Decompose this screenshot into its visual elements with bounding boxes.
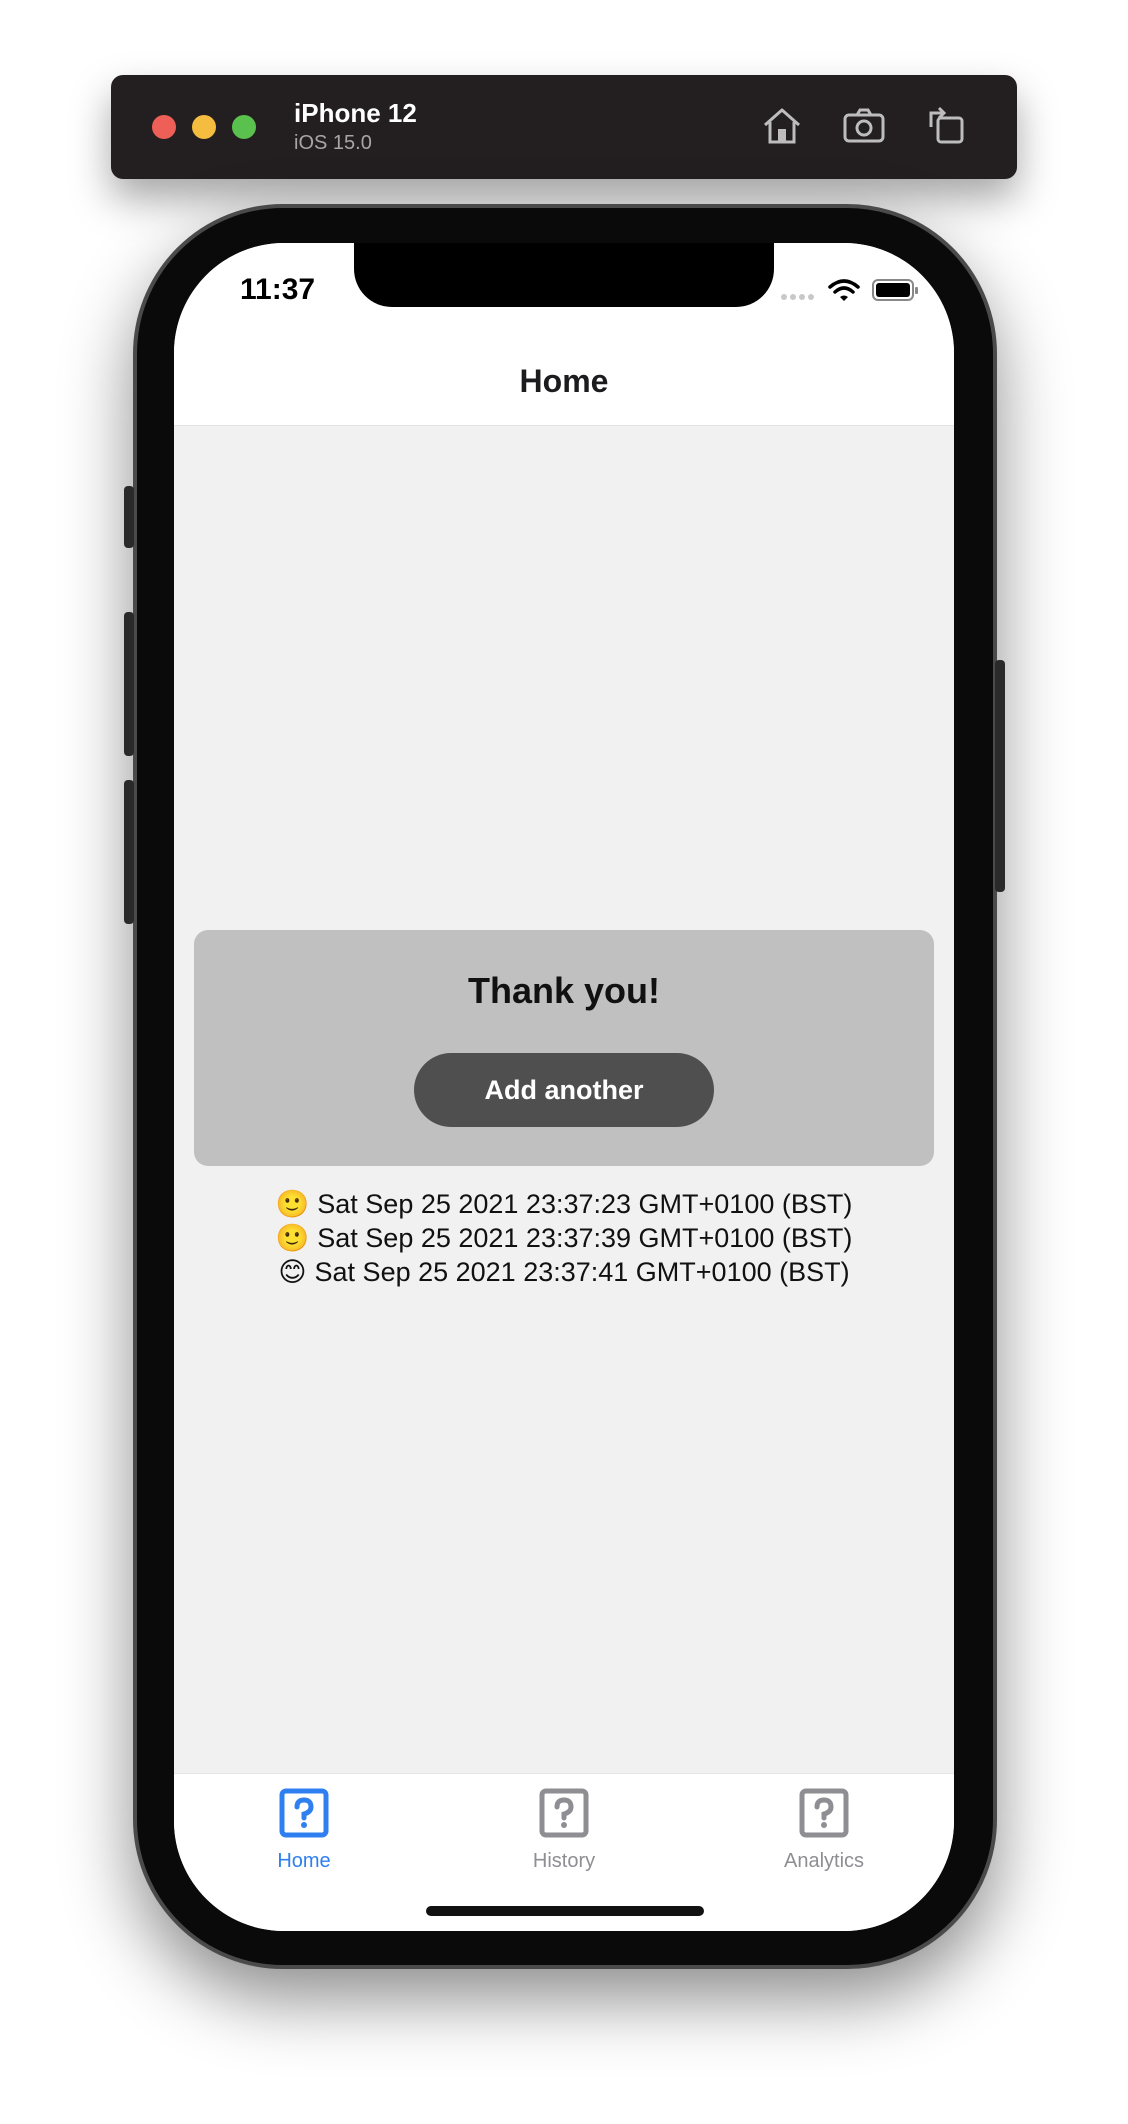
tab-history[interactable]: History — [474, 1788, 654, 1873]
status-icons — [780, 277, 920, 301]
power-button — [995, 660, 1005, 892]
add-another-button[interactable]: Add another — [414, 1053, 714, 1127]
app-screen: Home 11:37 Thank you! Add another 🙂 Sat … — [174, 243, 954, 1931]
notch — [354, 243, 774, 307]
close-window-button[interactable] — [152, 115, 176, 139]
list-item: 😊 Sat Sep 25 2021 23:37:41 GMT+0100 (BST) — [174, 1255, 954, 1289]
tab-label: Home — [277, 1850, 331, 1872]
rotate-icon[interactable] — [921, 101, 971, 151]
tab-label: Analytics — [783, 1850, 865, 1872]
tab-analytics[interactable]: Analytics — [734, 1788, 914, 1873]
device-name: iPhone 12 — [294, 98, 417, 128]
card-title: Thank you! — [467, 970, 660, 1011]
thank-you-card: Thank you! Add another — [194, 930, 934, 1166]
cellular-icon — [781, 294, 814, 300]
mute-switch — [124, 486, 134, 548]
screenshot-icon[interactable] — [839, 101, 889, 151]
home-icon[interactable] — [757, 101, 807, 151]
home-indicator[interactable] — [426, 1906, 704, 1916]
wifi-icon — [828, 279, 860, 301]
question-icon — [279, 1788, 329, 1838]
page-title: Home — [519, 363, 609, 399]
question-icon — [799, 1788, 849, 1838]
simulator-window: iPhone 12 iOS 15.0 Home 11:37 Thank you!… — [0, 0, 1128, 2124]
mood-emoji: 🙂 — [275, 1223, 310, 1253]
list-item: 🙂 Sat Sep 25 2021 23:37:39 GMT+0100 (BST) — [174, 1221, 954, 1255]
tab-home[interactable]: Home — [214, 1788, 394, 1873]
mood-emoji: 😊 — [278, 1257, 307, 1287]
volume-down-button — [124, 780, 134, 924]
question-icon — [539, 1788, 589, 1838]
simulator-toolbar: iPhone 12 iOS 15.0 — [111, 75, 1017, 179]
entry-timestamp: Sat Sep 25 2021 23:37:41 GMT+0100 (BST) — [314, 1257, 850, 1287]
status-icons-graphic — [781, 279, 918, 301]
mood-emoji: 🙂 — [275, 1189, 310, 1219]
os-version: iOS 15.0 — [294, 132, 372, 154]
list-item: 🙂 Sat Sep 25 2021 23:37:23 GMT+0100 (BST) — [174, 1187, 954, 1221]
entry-timestamp: Sat Sep 25 2021 23:37:23 GMT+0100 (BST) — [317, 1189, 853, 1219]
entry-list: 🙂 Sat Sep 25 2021 23:37:23 GMT+0100 (BST)… — [174, 1187, 954, 1289]
battery-icon — [872, 279, 918, 301]
volume-up-button — [124, 612, 134, 756]
minimize-window-button[interactable] — [192, 115, 216, 139]
tab-label: History — [532, 1850, 596, 1872]
status-time: 11:37 — [240, 273, 316, 306]
zoom-window-button[interactable] — [232, 115, 256, 139]
entry-timestamp: Sat Sep 25 2021 23:37:39 GMT+0100 (BST) — [317, 1223, 853, 1253]
